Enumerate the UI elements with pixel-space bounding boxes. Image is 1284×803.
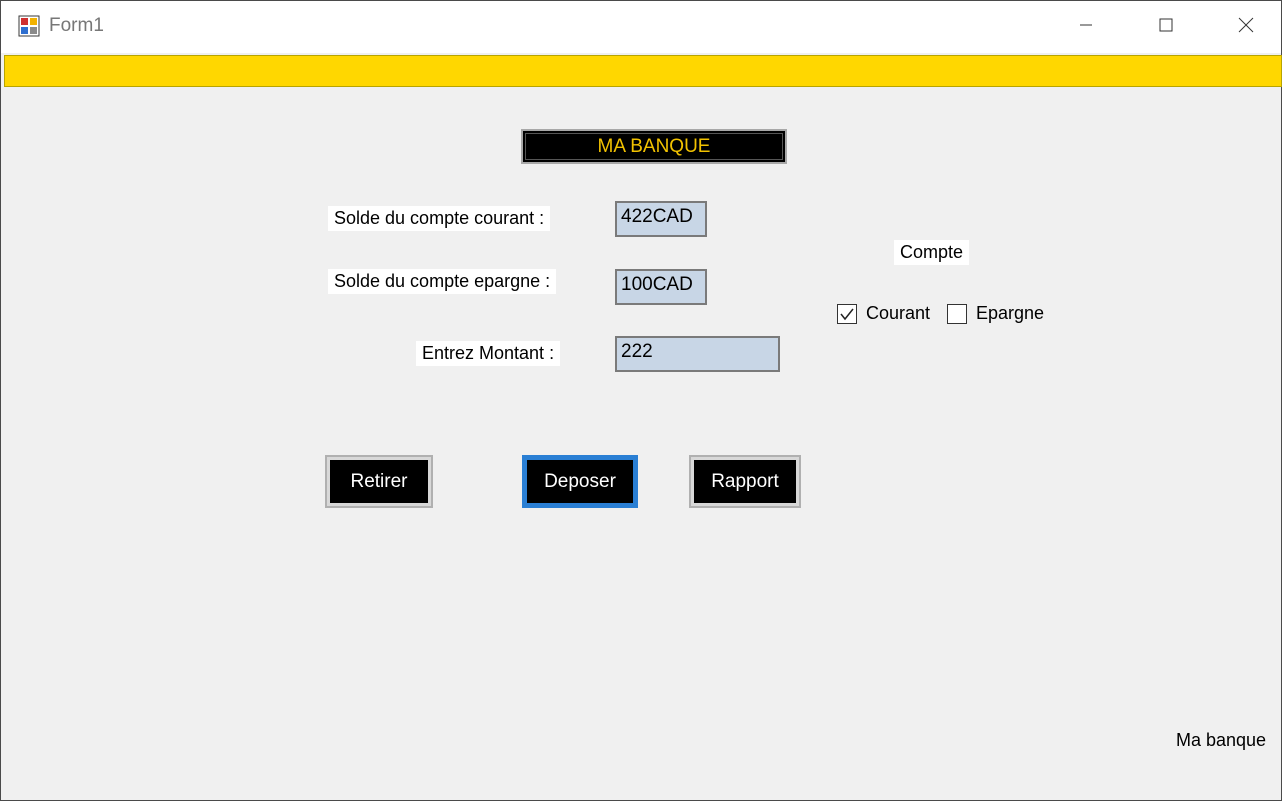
close-button[interactable] xyxy=(1223,1,1269,53)
checkbox-epargne-label: Epargne xyxy=(976,303,1045,323)
app-window: Form1 MA BANQUE Solde du compte courant … xyxy=(0,0,1282,801)
deposer-button[interactable]: Deposer xyxy=(522,455,638,508)
footer-label: Ma banque xyxy=(1176,730,1267,750)
montant-input[interactable]: 222 xyxy=(615,336,780,372)
rapport-button[interactable]: Rapport xyxy=(689,455,801,508)
checkbox-epargne[interactable]: Epargne xyxy=(947,303,1044,324)
checkbox-courant-label: Courant xyxy=(866,303,931,323)
solde-courant-value: 422CAD xyxy=(621,206,693,227)
rapport-button-label: Rapport xyxy=(694,460,796,503)
solde-epargne-label: Solde du compte epargne : xyxy=(328,269,557,294)
minimize-icon xyxy=(1079,18,1093,37)
montant-label: Entrez Montant : xyxy=(416,341,561,366)
maximize-button[interactable] xyxy=(1143,1,1189,53)
minimize-button[interactable] xyxy=(1063,1,1109,53)
bank-title: MA BANQUE xyxy=(525,133,783,160)
bank-title-panel: MA BANQUE xyxy=(521,129,787,164)
header-strip xyxy=(4,55,1282,87)
check-icon xyxy=(840,308,854,320)
solde-courant-field[interactable]: 422CAD xyxy=(615,201,707,237)
form-app-icon xyxy=(18,15,40,37)
checkbox-courant-box[interactable] xyxy=(837,303,857,324)
close-icon xyxy=(1238,17,1254,38)
retirer-button-label: Retirer xyxy=(330,460,428,503)
montant-value: 222 xyxy=(621,341,653,362)
title-bar: Form1 xyxy=(1,1,1281,53)
checkbox-epargne-box[interactable] xyxy=(947,303,967,324)
deposer-button-label: Deposer xyxy=(527,460,633,503)
retirer-button[interactable]: Retirer xyxy=(325,455,433,508)
solde-epargne-value: 100CAD xyxy=(621,274,693,295)
window-title: Form1 xyxy=(49,15,104,36)
solde-epargne-field[interactable]: 100CAD xyxy=(615,269,707,305)
solde-courant-label: Solde du compte courant : xyxy=(328,206,551,231)
checkbox-courant[interactable]: Courant xyxy=(837,303,930,324)
compte-label: Compte xyxy=(894,240,970,265)
maximize-icon xyxy=(1159,18,1173,37)
